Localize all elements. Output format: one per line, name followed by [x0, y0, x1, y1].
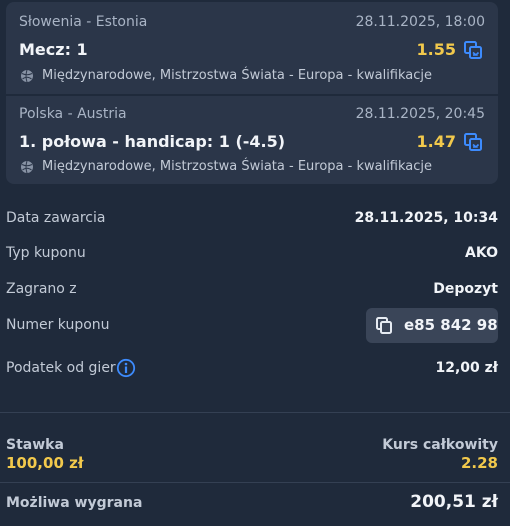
played-label: Zagrano z	[6, 281, 77, 297]
bet-odds: 1.55	[416, 40, 456, 59]
total-odds-value: 2.28	[460, 454, 498, 472]
coupon-number: e85 842 98	[404, 316, 498, 334]
copy-to-betslip-icon[interactable]	[463, 132, 483, 152]
stake-label: Stawka	[6, 437, 64, 453]
coupon-label: Numer kuponu	[6, 317, 110, 333]
type-value: AKO	[465, 245, 498, 261]
bet-item: Słowenia - Estonia 28.11.2025, 18:00 Mec…	[6, 2, 498, 94]
football-icon	[21, 69, 33, 83]
divider	[0, 482, 510, 483]
detail-row-date: Data zawarcia 28.11.2025, 10:34	[6, 207, 498, 231]
bet-odds: 1.47	[416, 132, 456, 151]
bet-league: Międzynarodowe, Mistrzostwa Świata - Eur…	[42, 68, 433, 83]
copy-icon	[376, 317, 392, 334]
divider	[0, 412, 510, 413]
tax-value: 12,00 zł	[435, 360, 498, 376]
detail-row-tax: Podatek od gier 12,00 zł	[6, 357, 498, 381]
bets-card: Słowenia - Estonia 28.11.2025, 18:00 Mec…	[6, 2, 498, 184]
bet-teams: Słowenia - Estonia	[19, 14, 148, 30]
copy-to-betslip-icon[interactable]	[463, 40, 483, 60]
bet-market: 1. połowa - handicap: 1 (-4.5)	[19, 132, 286, 151]
date-label: Data zawarcia	[6, 210, 106, 226]
football-icon	[21, 160, 33, 174]
bet-market: Mecz: 1	[19, 40, 88, 59]
detail-row-played: Zagrano z Depozyt	[6, 278, 498, 302]
total-odds-label: Kurs całkowity	[382, 437, 498, 453]
date-value: 28.11.2025, 10:34	[354, 210, 498, 226]
possible-win-value: 200,51 zł	[410, 492, 498, 512]
bet-datetime: 28.11.2025, 20:45	[355, 106, 485, 122]
tax-label: Podatek od gier	[6, 360, 116, 376]
possible-win-label: Możliwa wygrana	[6, 495, 143, 511]
stake-value: 100,00 zł	[6, 454, 84, 472]
detail-row-type: Typ kuponu AKO	[6, 242, 498, 266]
bet-item: Polska - Austria 28.11.2025, 20:45 1. po…	[6, 96, 498, 184]
played-value: Depozyt	[433, 281, 498, 297]
type-label: Typ kuponu	[6, 245, 86, 261]
bet-league: Międzynarodowe, Mistrzostwa Świata - Eur…	[42, 159, 433, 174]
bet-teams: Polska - Austria	[19, 106, 127, 122]
copy-coupon-button[interactable]: e85 842 98	[366, 308, 498, 343]
info-icon[interactable]	[116, 358, 136, 378]
bet-datetime: 28.11.2025, 18:00	[355, 14, 485, 30]
